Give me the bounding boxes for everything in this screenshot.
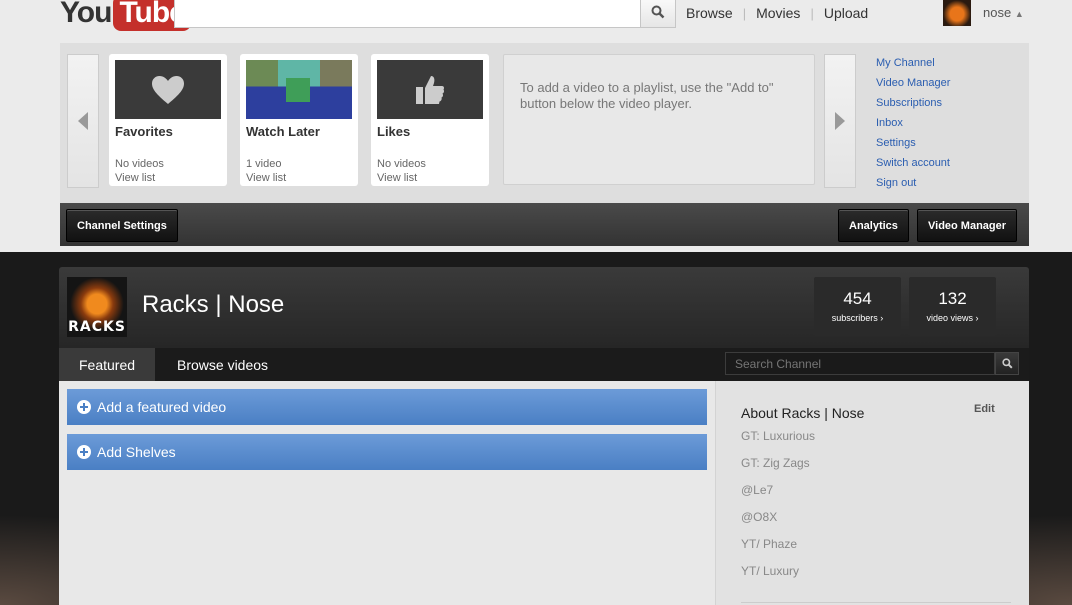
search-icon [1001, 358, 1013, 369]
video-manager-button[interactable]: Video Manager [917, 209, 1018, 242]
scroll-right-button[interactable] [824, 54, 856, 188]
about-line: YT/ Luxury [741, 564, 800, 578]
divider [741, 602, 1011, 603]
subscriber-label: subscribers › [831, 313, 884, 323]
arrow-left-icon [78, 112, 88, 130]
plus-circle-icon [77, 400, 91, 414]
about-title: About Racks | Nose [741, 405, 865, 421]
channel-header: RACKS Racks | Nose 454 subscribers › 132… [59, 267, 1029, 348]
minecraft-thumbnail [246, 60, 352, 119]
about-line: GT: Luxurious [741, 429, 816, 443]
tab-browse-videos[interactable]: Browse videos [177, 348, 268, 381]
playlist-thumbnail [377, 60, 483, 119]
plus-circle-icon [77, 445, 91, 459]
channel-avatar-text: RACKS [68, 319, 126, 335]
add-featured-video-label: Add a featured video [97, 399, 227, 415]
nav-movies[interactable]: Movies [756, 5, 800, 21]
about-line: GT: Zig Zags [741, 456, 810, 470]
nav-separator: | [810, 5, 814, 21]
add-featured-video-button[interactable]: Add a featured video [67, 389, 707, 425]
video-views-label: video views › [926, 313, 979, 323]
channel-tab-bar: Featured Browse videos [59, 348, 1029, 381]
playlist-thumbnail [115, 60, 221, 119]
analytics-button[interactable]: Analytics [838, 209, 909, 242]
playlist-card-favorites[interactable]: Favorites No videos View list [109, 54, 227, 186]
arrow-right-icon [835, 112, 845, 130]
channel-name: Racks | Nose [142, 291, 285, 318]
channel-avatar[interactable]: RACKS [67, 277, 127, 337]
caret-up-icon: ▲ [1014, 9, 1024, 19]
link-inbox[interactable]: Inbox [876, 116, 950, 136]
channel-search-input[interactable] [725, 352, 995, 375]
playlist-card-likes[interactable]: Likes No videos View list [371, 54, 489, 186]
tab-featured[interactable]: Featured [59, 348, 156, 381]
nav-upload[interactable]: Upload [824, 5, 868, 21]
link-switch-account[interactable]: Switch account [876, 156, 950, 176]
playlist-title: Watch Later [246, 124, 320, 139]
playlist-info-text: To add a video to a playlist, use the "A… [503, 54, 815, 185]
playlist-card-watch-later[interactable]: Watch Later 1 video View list [240, 54, 358, 186]
user-menu[interactable]: nose ▲ [983, 5, 1024, 20]
view-list-link[interactable]: View list [377, 172, 417, 184]
link-sign-out[interactable]: Sign out [876, 176, 950, 196]
about-line: @O8X [741, 510, 778, 524]
link-subscriptions[interactable]: Subscriptions [876, 96, 950, 116]
logo-you: You [60, 0, 112, 29]
thumbs-up-icon [416, 75, 445, 104]
scroll-left-button[interactable] [67, 54, 99, 188]
playlist-title: Likes [377, 124, 411, 139]
link-my-channel[interactable]: My Channel [876, 56, 950, 76]
masthead: You Tube Browse | Movies | Upload nose ▲ [0, 0, 1072, 252]
playlist-count: 1 video [246, 158, 282, 170]
about-edit-link[interactable]: Edit [974, 403, 995, 415]
top-nav: Browse | Movies | Upload [686, 5, 868, 21]
playlist-title: Favorites [115, 124, 173, 139]
channel-action-bar: Channel Settings Analytics Video Manager [60, 203, 1029, 246]
nav-separator: | [742, 5, 747, 21]
nav-browse[interactable]: Browse [686, 5, 733, 21]
user-avatar[interactable] [943, 0, 971, 26]
video-views-count: 132 [938, 289, 967, 308]
youtube-logo[interactable]: You Tube [60, 0, 191, 32]
view-list-link[interactable]: View list [115, 172, 155, 184]
subscribers-stat[interactable]: 454 subscribers › [814, 277, 901, 336]
subscriber-count: 454 [843, 289, 872, 308]
channel-search-button[interactable] [995, 352, 1019, 375]
channel-settings-button[interactable]: Channel Settings [66, 209, 178, 242]
link-video-manager[interactable]: Video Manager [876, 76, 950, 96]
video-views-stat[interactable]: 132 video views › [909, 277, 996, 336]
view-list-link[interactable]: View list [246, 172, 286, 184]
search-icon [651, 5, 665, 19]
about-sidebar: About Racks | Nose Edit GT: Luxurious GT… [715, 381, 1029, 605]
channel-content: Add a featured video Add Shelves About R… [59, 381, 1029, 605]
search-button[interactable] [640, 0, 676, 28]
about-description: GT: Luxurious GT: Zig Zags @Le7 @O8X YT/… [741, 429, 815, 591]
playlist-guide: Favorites No videos View list Watch Late… [60, 43, 1029, 203]
about-line: @Le7 [741, 483, 774, 497]
playlist-count: No videos [377, 158, 426, 170]
add-shelves-label: Add Shelves [97, 444, 176, 460]
account-links: My Channel Video Manager Subscriptions I… [876, 56, 950, 196]
link-settings[interactable]: Settings [876, 136, 950, 156]
playlist-count: No videos [115, 158, 164, 170]
heart-icon [152, 75, 184, 104]
username: nose [983, 5, 1012, 20]
about-line: YT/ Phaze [741, 537, 798, 551]
search-input[interactable] [174, 0, 641, 28]
add-shelves-button[interactable]: Add Shelves [67, 434, 707, 470]
